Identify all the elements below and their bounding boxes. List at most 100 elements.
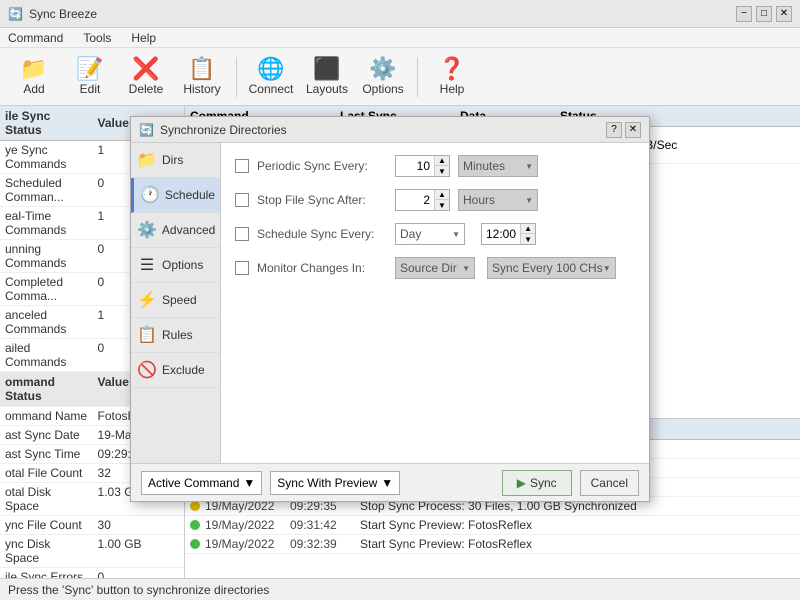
periodic-sync-checkbox[interactable]: [235, 159, 249, 173]
dialog-title-text: Synchronize Directories: [160, 123, 287, 137]
sidebar-item-schedule[interactable]: 🕐 Schedule: [131, 178, 220, 213]
sidebar-item-exclude[interactable]: 🚫 Exclude: [131, 353, 220, 388]
edit-icon: 📝: [76, 58, 103, 80]
cancel-button[interactable]: Cancel: [580, 470, 639, 496]
stop-sync-spinner-btns: ▲ ▼: [434, 190, 449, 210]
synchronize-dialog: 🔄 Synchronize Directories ? ✕ 📁 Dirs: [130, 116, 650, 502]
app-icon: 🔄: [8, 7, 23, 21]
schedule-sync-checkbox[interactable]: [235, 227, 249, 241]
toolbar-layouts-button[interactable]: ⬛ Layouts: [301, 52, 353, 102]
toolbar-connect-button[interactable]: 🌐 Connect: [245, 52, 297, 102]
add-icon: 📁: [20, 58, 47, 80]
stop-sync-row: Stop File Sync After: 2 ▲ ▼ Hours ▼: [235, 189, 635, 211]
toolbar-separator2: [417, 57, 418, 97]
dialog-title-bar: 🔄 Synchronize Directories ? ✕: [131, 117, 649, 143]
maximize-button[interactable]: □: [756, 6, 772, 22]
monitor-changes-checkbox[interactable]: [235, 261, 249, 275]
options-icon: ⚙️: [369, 58, 396, 80]
toolbar-delete-button[interactable]: ❌ Delete: [120, 52, 172, 102]
stop-sync-spinner[interactable]: 2 ▲ ▼: [395, 189, 450, 211]
toolbar: 📁 Add 📝 Edit ❌ Delete 📋 History 🌐 Connec…: [0, 48, 800, 106]
stop-sync-checkbox[interactable]: [235, 193, 249, 207]
layouts-label: Layouts: [306, 82, 348, 96]
sidebar-schedule-label: Schedule: [165, 188, 215, 202]
periodic-sync-label: Periodic Sync Every:: [257, 159, 387, 173]
monitor-source-dropdown[interactable]: Source Dir ▼: [395, 257, 475, 279]
title-bar-left: 🔄 Sync Breeze: [8, 7, 97, 21]
toolbar-history-button[interactable]: 📋 History: [176, 52, 228, 102]
stop-sync-down[interactable]: ▼: [435, 200, 449, 210]
connect-icon: 🌐: [257, 58, 284, 80]
dialog-content: Periodic Sync Every: 10 ▲ ▼ Minutes ▼: [221, 143, 649, 463]
sidebar-dirs-label: Dirs: [162, 153, 183, 167]
help-label: Help: [440, 82, 465, 96]
app-title: Sync Breeze: [29, 7, 97, 21]
dropdown-arrow2: ▼: [525, 196, 533, 205]
dialog-icon: 🔄: [139, 123, 154, 137]
sync-button[interactable]: ▶ Sync: [502, 470, 572, 496]
sidebar-item-rules[interactable]: 📋 Rules: [131, 318, 220, 353]
active-command-arrow: ▼: [243, 476, 255, 490]
periodic-sync-down[interactable]: ▼: [435, 166, 449, 176]
periodic-sync-dropdown[interactable]: Minutes ▼: [458, 155, 538, 177]
menu-help[interactable]: Help: [127, 29, 160, 47]
dialog-sidebar: 📁 Dirs 🕐 Schedule ⚙️ Advanced ☰ Options: [131, 143, 221, 463]
monitor-changes-row: Monitor Changes In: Source Dir ▼ Sync Ev…: [235, 257, 635, 279]
monitor-sync-dropdown[interactable]: Sync Every 100 CHs ▼: [487, 257, 616, 279]
toolbar-separator: [236, 57, 237, 97]
sidebar-item-advanced[interactable]: ⚙️ Advanced: [131, 213, 220, 248]
schedule-sync-dropdown[interactable]: Day ▼: [395, 223, 465, 245]
schedule-time-spinner[interactable]: 12:00 ▲ ▼: [481, 223, 536, 245]
add-label: Add: [23, 82, 44, 96]
dropdown-arrow4: ▼: [462, 264, 470, 273]
close-button[interactable]: ✕: [776, 6, 792, 22]
sidebar-item-speed[interactable]: ⚡ Speed: [131, 283, 220, 318]
stop-sync-value: 2: [396, 191, 434, 209]
history-icon: 📋: [188, 58, 215, 80]
options-icon: ☰: [137, 255, 157, 275]
periodic-sync-spinner-btns: ▲ ▼: [434, 156, 449, 176]
dropdown-arrow: ▼: [525, 162, 533, 171]
dialog-title: 🔄 Synchronize Directories: [139, 123, 287, 137]
delete-label: Delete: [129, 82, 164, 96]
toolbar-options-button[interactable]: ⚙️ Options: [357, 52, 409, 102]
menu-bar: Command Tools Help: [0, 28, 800, 48]
dialog-help-button[interactable]: ?: [606, 122, 622, 138]
help-icon: ❓: [438, 58, 465, 80]
title-bar-controls: − □ ✕: [736, 6, 792, 22]
dialog-body: 📁 Dirs 🕐 Schedule ⚙️ Advanced ☰ Options: [131, 143, 649, 463]
periodic-sync-spinner[interactable]: 10 ▲ ▼: [395, 155, 450, 177]
schedule-time-up[interactable]: ▲: [521, 224, 535, 234]
dropdown-arrow3: ▼: [452, 230, 460, 239]
minimize-button[interactable]: −: [736, 6, 752, 22]
periodic-sync-dropdown-val: Minutes: [463, 159, 505, 173]
dialog-overlay: 🔄 Synchronize Directories ? ✕ 📁 Dirs: [0, 106, 800, 578]
schedule-time-down[interactable]: ▼: [521, 234, 535, 244]
active-command-dropdown[interactable]: Active Command ▼: [141, 471, 262, 495]
delete-icon: ❌: [132, 58, 159, 80]
schedule-sync-label: Schedule Sync Every:: [257, 227, 387, 241]
periodic-sync-value: 10: [396, 157, 434, 175]
rules-icon: 📋: [137, 325, 157, 345]
toolbar-edit-button[interactable]: 📝 Edit: [64, 52, 116, 102]
sidebar-item-dirs[interactable]: 📁 Dirs: [131, 143, 220, 178]
stop-sync-label: Stop File Sync After:: [257, 193, 387, 207]
monitor-sync-val: Sync Every 100 CHs: [492, 261, 603, 275]
dialog-footer: Active Command ▼ Sync With Preview ▼ ▶ S…: [131, 463, 649, 501]
menu-command[interactable]: Command: [4, 29, 67, 47]
sidebar-item-options[interactable]: ☰ Options: [131, 248, 220, 283]
sync-btn-icon: ▶: [517, 476, 526, 490]
layouts-icon: ⬛: [313, 58, 340, 80]
stop-sync-up[interactable]: ▲: [435, 190, 449, 200]
title-bar: 🔄 Sync Breeze − □ ✕: [0, 0, 800, 28]
toolbar-help-button[interactable]: ❓ Help: [426, 52, 478, 102]
periodic-sync-up[interactable]: ▲: [435, 156, 449, 166]
speed-icon: ⚡: [137, 290, 157, 310]
sidebar-exclude-label: Exclude: [162, 363, 205, 377]
stop-sync-dropdown[interactable]: Hours ▼: [458, 189, 538, 211]
toolbar-add-button[interactable]: 📁 Add: [8, 52, 60, 102]
menu-tools[interactable]: Tools: [79, 29, 115, 47]
sync-preview-dropdown[interactable]: Sync With Preview ▼: [270, 471, 400, 495]
history-label: History: [183, 82, 220, 96]
dialog-close-button[interactable]: ✕: [625, 122, 641, 138]
